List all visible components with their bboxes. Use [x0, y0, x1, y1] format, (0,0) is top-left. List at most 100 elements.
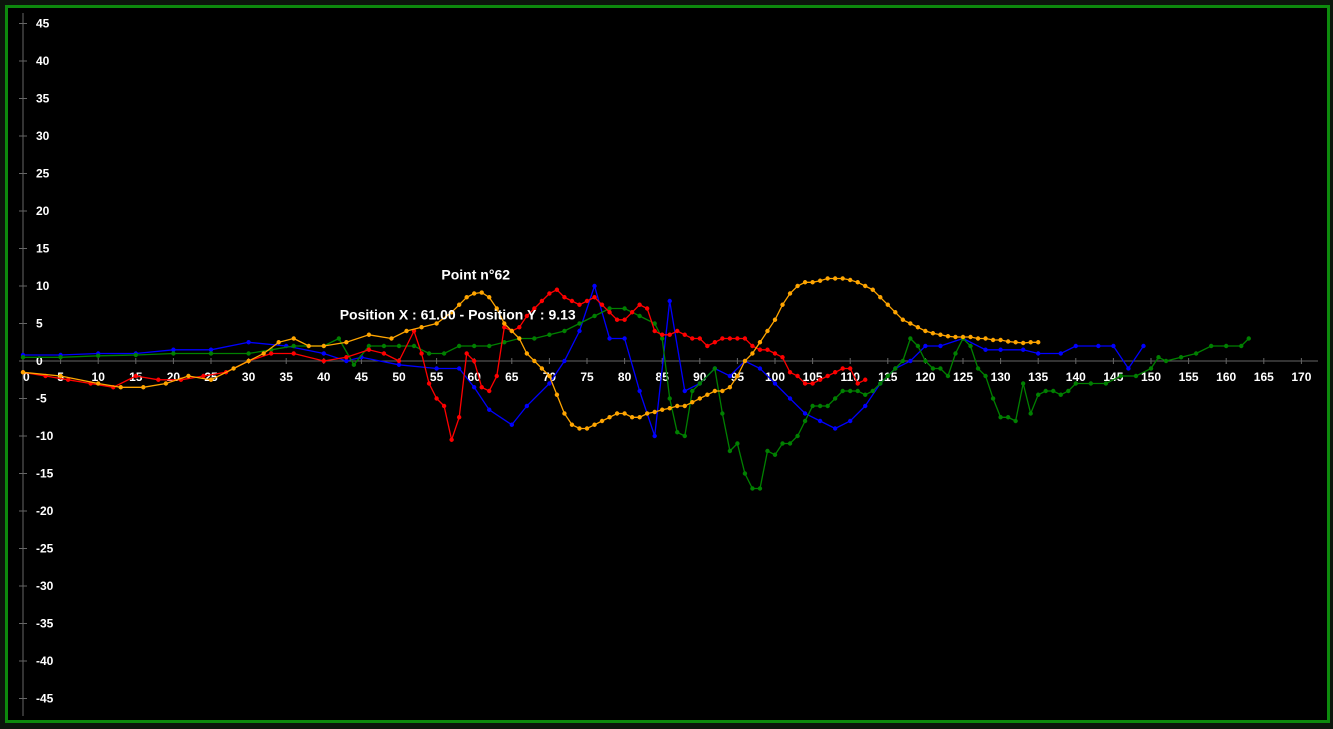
data-point[interactable]	[419, 351, 424, 356]
data-point[interactable]	[908, 358, 913, 364]
data-point[interactable]	[472, 385, 477, 390]
data-point[interactable]	[727, 448, 733, 454]
data-point[interactable]	[622, 411, 627, 416]
data-point[interactable]	[742, 336, 748, 341]
data-point[interactable]	[908, 336, 913, 341]
data-point[interactable]	[983, 347, 988, 352]
data-point[interactable]	[930, 331, 936, 336]
data-point[interactable]	[532, 358, 537, 364]
data-point[interactable]	[472, 358, 477, 364]
data-point[interactable]	[1156, 355, 1161, 360]
data-point[interactable]	[321, 358, 326, 364]
data-point[interactable]	[1020, 347, 1026, 352]
data-point[interactable]	[780, 441, 785, 446]
data-point[interactable]	[186, 373, 191, 379]
data-point[interactable]	[840, 388, 845, 394]
data-point[interactable]	[569, 422, 575, 427]
data-point[interactable]	[1028, 340, 1033, 345]
data-point[interactable]	[584, 426, 590, 431]
data-point[interactable]	[479, 290, 484, 295]
data-point[interactable]	[757, 366, 763, 371]
data-point[interactable]	[509, 328, 514, 334]
data-point[interactable]	[1088, 381, 1094, 386]
data-point[interactable]	[810, 280, 815, 285]
data-point[interactable]	[644, 411, 650, 416]
data-point[interactable]	[547, 373, 552, 379]
data-point[interactable]	[96, 381, 101, 386]
data-point[interactable]	[592, 422, 597, 427]
data-point[interactable]	[840, 366, 845, 371]
data-point[interactable]	[652, 409, 657, 415]
data-point[interactable]	[351, 362, 357, 367]
data-point[interactable]	[1118, 373, 1124, 379]
data-point[interactable]	[396, 362, 402, 367]
data-point[interactable]	[795, 373, 800, 379]
data-point[interactable]	[750, 486, 755, 491]
data-point[interactable]	[419, 325, 424, 330]
data-point[interactable]	[1073, 343, 1079, 349]
data-point[interactable]	[434, 366, 439, 371]
data-point[interactable]	[344, 340, 349, 345]
data-point[interactable]	[1193, 351, 1199, 356]
data-point[interactable]	[629, 310, 635, 315]
data-point[interactable]	[1036, 392, 1041, 397]
data-point[interactable]	[682, 433, 687, 439]
data-point[interactable]	[855, 381, 860, 386]
data-point[interactable]	[1073, 381, 1079, 386]
data-point[interactable]	[787, 396, 793, 401]
data-point[interactable]	[434, 396, 439, 401]
data-point[interactable]	[644, 306, 650, 311]
data-point[interactable]	[577, 321, 582, 326]
data-point[interactable]	[938, 366, 943, 371]
data-point[interactable]	[554, 287, 560, 292]
data-point[interactable]	[697, 381, 702, 386]
data-point[interactable]	[562, 411, 567, 416]
data-point[interactable]	[607, 336, 612, 341]
data-point[interactable]	[577, 302, 582, 307]
data-point[interactable]	[547, 332, 552, 337]
data-point[interactable]	[810, 381, 815, 386]
data-point[interactable]	[276, 340, 281, 345]
data-point[interactable]	[1036, 351, 1041, 356]
data-point[interactable]	[998, 415, 1003, 420]
data-point[interactable]	[900, 317, 906, 322]
data-point[interactable]	[554, 392, 560, 397]
data-point[interactable]	[1224, 343, 1229, 349]
data-point[interactable]	[885, 373, 890, 379]
data-point[interactable]	[1163, 358, 1169, 364]
data-point[interactable]	[1066, 388, 1071, 394]
data-point[interactable]	[863, 392, 868, 397]
data-point[interactable]	[1103, 381, 1109, 386]
data-point[interactable]	[547, 291, 552, 296]
data-point[interactable]	[893, 366, 898, 371]
data-point[interactable]	[487, 407, 492, 412]
data-point[interactable]	[231, 366, 236, 371]
data-point[interactable]	[802, 280, 808, 285]
data-point[interactable]	[757, 347, 763, 352]
data-point[interactable]	[208, 377, 214, 382]
data-point[interactable]	[599, 418, 605, 424]
data-point[interactable]	[637, 388, 642, 394]
data-point[interactable]	[772, 317, 778, 322]
data-point[interactable]	[1141, 343, 1146, 349]
data-point[interactable]	[614, 317, 620, 322]
data-point[interactable]	[780, 302, 785, 307]
data-point[interactable]	[456, 343, 462, 349]
data-point[interactable]	[938, 343, 943, 349]
data-point[interactable]	[1096, 343, 1101, 349]
data-point[interactable]	[306, 343, 311, 349]
data-point[interactable]	[171, 347, 176, 352]
data-point[interactable]	[802, 418, 808, 424]
data-point[interactable]	[1013, 340, 1018, 345]
data-point[interactable]	[660, 332, 665, 337]
data-point[interactable]	[990, 337, 996, 343]
data-point[interactable]	[765, 328, 770, 334]
data-point[interactable]	[584, 298, 590, 304]
data-point[interactable]	[915, 343, 921, 349]
data-point[interactable]	[945, 373, 951, 379]
data-point[interactable]	[742, 471, 748, 476]
data-point[interactable]	[787, 370, 793, 375]
data-point[interactable]	[487, 388, 492, 394]
data-point[interactable]	[802, 381, 808, 386]
data-point[interactable]	[539, 366, 545, 371]
